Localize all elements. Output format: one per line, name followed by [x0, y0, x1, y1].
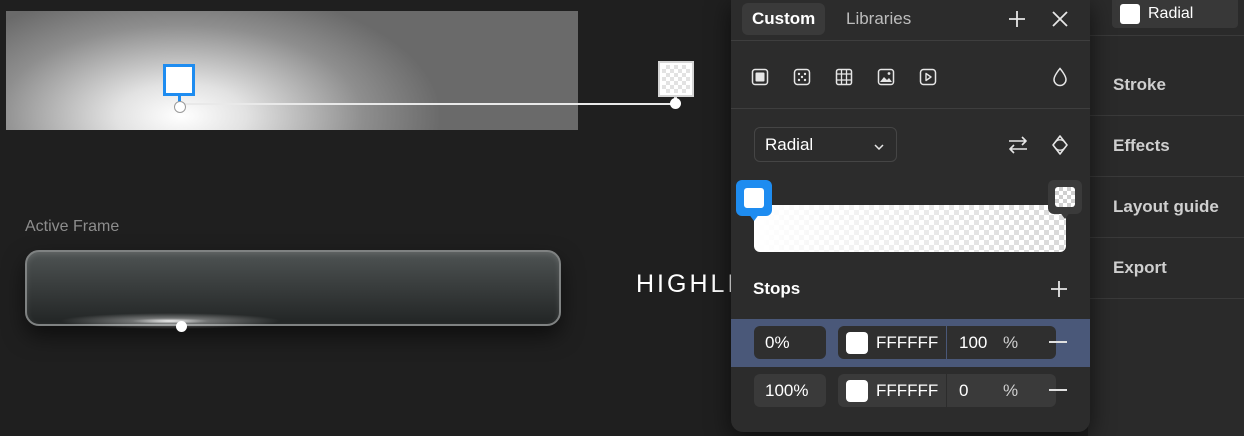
highlight-text-layer[interactable]: HIGHLIGHT [636, 270, 731, 299]
panel-divider [1088, 298, 1244, 299]
add-icon[interactable] [1006, 8, 1028, 30]
gradient-start-point[interactable] [174, 101, 186, 113]
image-fill-icon[interactable] [876, 67, 896, 87]
gradient-type-select[interactable]: Radial [754, 127, 897, 162]
remove-stop-icon[interactable] [1049, 341, 1067, 343]
fill-chip[interactable]: Radial [1112, 0, 1238, 28]
stop-opacity-input[interactable]: 0 [959, 381, 1003, 401]
section-layout-guide[interactable]: Layout guide [1113, 197, 1219, 217]
rotate-gradient-icon[interactable] [1049, 132, 1071, 158]
section-effects[interactable]: Effects [1113, 136, 1170, 156]
stop-color-field[interactable]: FFFFFF 100 % [838, 326, 1056, 359]
percent-unit: % [1003, 332, 1019, 352]
panel-divider [1088, 115, 1244, 116]
panel-divider [1088, 237, 1244, 238]
stop-row[interactable]: 0% FFFFFF 100 % [731, 319, 1090, 367]
stop-hex-input[interactable]: FFFFFF [876, 381, 946, 401]
gradient-end-handle[interactable] [658, 61, 694, 97]
gradient-type-value: Radial [765, 134, 814, 154]
opacity-drop-icon[interactable] [1050, 66, 1070, 88]
gradient-start-handle[interactable] [163, 64, 195, 96]
frame-label: Active Frame [25, 218, 120, 235]
stop-position-input[interactable]: 100% [754, 374, 826, 407]
close-icon[interactable] [1049, 8, 1071, 30]
color-swatch[interactable] [846, 379, 868, 402]
field-separator [946, 326, 947, 359]
swap-arrows-icon[interactable] [1006, 134, 1030, 156]
frame-gradient-point[interactable] [176, 321, 187, 332]
section-stroke[interactable]: Stroke [1113, 75, 1166, 95]
solid-fill-icon[interactable] [750, 67, 770, 87]
stops-title: Stops [753, 279, 801, 298]
section-export[interactable]: Export [1113, 258, 1167, 278]
stop-position-input[interactable]: 0% [754, 326, 826, 359]
remove-stop-icon[interactable] [1049, 389, 1067, 391]
radial-gradient-preview[interactable] [6, 11, 578, 130]
gradient-handle-line[interactable] [180, 103, 676, 105]
frame-glow [40, 303, 360, 329]
tab-libraries[interactable]: Libraries [836, 3, 921, 35]
properties-panel [1088, 0, 1244, 436]
field-separator [946, 374, 947, 407]
panel-divider [1088, 176, 1244, 177]
table-fill-icon[interactable] [834, 67, 854, 87]
video-fill-icon[interactable] [918, 67, 938, 87]
pattern-fill-icon[interactable] [792, 67, 812, 87]
stop-color-swatch [744, 188, 764, 208]
stop-color-field[interactable]: FFFFFF 0 % [838, 374, 1056, 407]
stop-hex-input[interactable]: FFFFFF [876, 333, 946, 353]
fill-swatch [1120, 4, 1140, 24]
fill-chip-label: Radial [1148, 5, 1194, 22]
gradient-stop-pin-end[interactable] [1048, 180, 1082, 219]
tab-custom[interactable]: Custom [742, 3, 826, 35]
stop-opacity-input[interactable]: 100 [959, 333, 1003, 353]
popover-divider [731, 40, 1090, 41]
gradient-stop-pin-start[interactable] [736, 180, 772, 221]
color-swatch[interactable] [846, 331, 868, 354]
chevron-down-icon [874, 135, 884, 155]
add-stop-icon[interactable] [1049, 279, 1069, 299]
stop-color-swatch [1055, 187, 1075, 207]
gradient-bar[interactable] [754, 205, 1066, 252]
gradient-end-point[interactable] [670, 98, 681, 109]
panel-divider [1088, 35, 1244, 36]
popover-divider [731, 108, 1090, 109]
percent-unit: % [1003, 380, 1019, 400]
stop-row[interactable]: 100% FFFFFF 0 % [731, 367, 1090, 415]
